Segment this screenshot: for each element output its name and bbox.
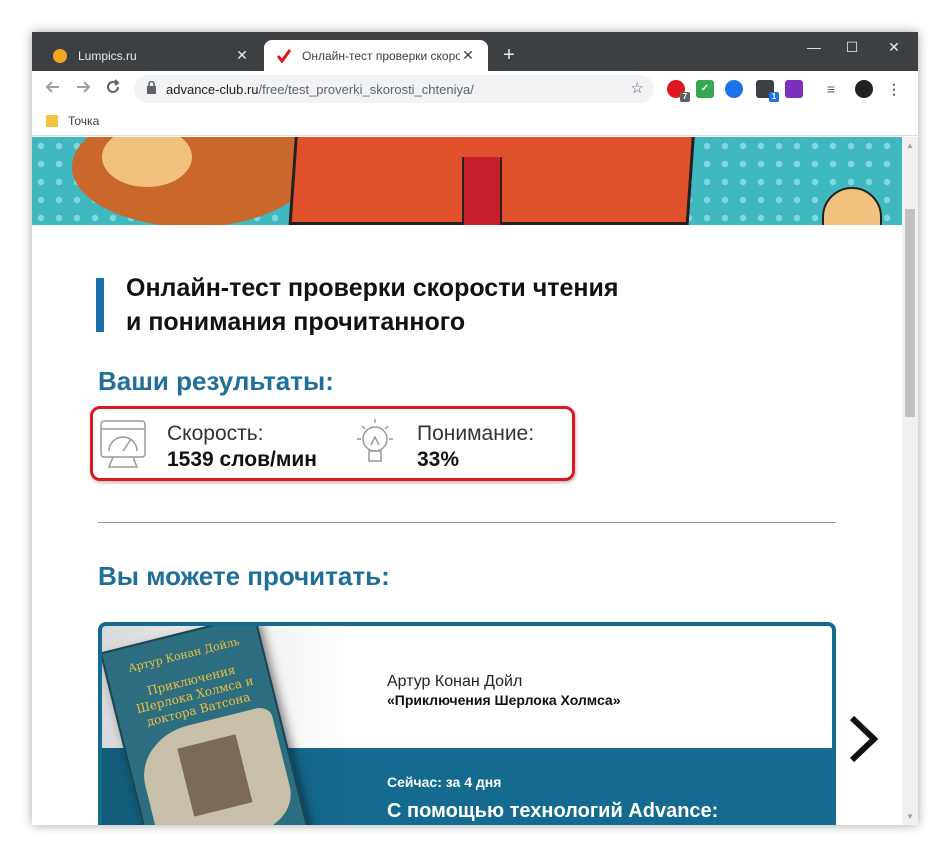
maximize-button[interactable]: ☐ bbox=[835, 36, 869, 58]
lock-icon bbox=[146, 80, 158, 97]
scroll-up-icon[interactable]: ▲ bbox=[906, 141, 914, 150]
speedometer-icon bbox=[100, 420, 146, 468]
media-queue-icon[interactable]: ≡ bbox=[822, 80, 840, 98]
comprehension-label: Понимание: bbox=[417, 422, 535, 445]
folder-icon bbox=[46, 115, 58, 127]
comprehension-value: 33% bbox=[417, 448, 460, 471]
section-divider bbox=[98, 522, 836, 523]
speed-label: Скорость: bbox=[167, 422, 264, 445]
page-viewport: Онлайн-тест проверки скорости чтения и п… bbox=[32, 137, 902, 825]
lightbulb-icon bbox=[357, 419, 393, 462]
tab-lumpics[interactable]: Lumpics.ru ✕ bbox=[40, 40, 262, 71]
chevron-right-icon[interactable] bbox=[844, 714, 880, 764]
current-duration: Сейчас: за 4 дня bbox=[387, 774, 502, 790]
checkmark-favicon-icon bbox=[276, 48, 292, 63]
url-path: /free/test_proverki_skorosti_chteniya/ bbox=[258, 81, 474, 97]
minimize-button[interactable]: — bbox=[797, 36, 831, 58]
book-recommendation-card[interactable]: Артур Конан Дойль Приключения Шерлока Хо… bbox=[98, 622, 836, 825]
scrollbar-thumb[interactable] bbox=[905, 209, 915, 417]
results-highlight-box: Скорость: 1539 слов/мин Понимание: 33% bbox=[90, 406, 575, 481]
url-domain: advance-club.ru bbox=[166, 81, 259, 97]
browser-window: Lumpics.ru ✕ Онлайн-тест проверки скорос… bbox=[32, 32, 918, 825]
arrow-left-icon bbox=[45, 81, 59, 93]
extension-badge: 7 bbox=[680, 92, 690, 102]
extension-ad-icon[interactable] bbox=[785, 80, 803, 98]
tab-title: Lumpics.ru bbox=[78, 48, 137, 63]
tab-close-icon[interactable]: ✕ bbox=[234, 47, 250, 64]
hero-illustration bbox=[32, 137, 902, 225]
new-tab-button[interactable]: + bbox=[498, 44, 520, 66]
read-heading: Вы можете прочитать: bbox=[98, 561, 390, 591]
tab-strip: Lumpics.ru ✕ Онлайн-тест проверки скорос… bbox=[32, 32, 918, 71]
book-title: «Приключения Шерлока Холмса» bbox=[387, 692, 621, 708]
bookmark-star-icon[interactable]: ☆ bbox=[631, 79, 644, 97]
bookmark-folder-tochka[interactable]: Точка bbox=[46, 114, 99, 128]
reload-button[interactable] bbox=[100, 77, 126, 103]
forward-button[interactable] bbox=[70, 77, 96, 103]
lumpics-favicon-icon bbox=[53, 48, 67, 63]
reload-icon bbox=[107, 79, 120, 93]
extension-opera-icon[interactable]: 7 bbox=[667, 80, 690, 102]
tab-title: Онлайн-тест проверки скорости bbox=[302, 48, 460, 63]
bookmarks-bar: Точка bbox=[32, 108, 918, 136]
book-author: Артур Конан Дойл bbox=[387, 673, 523, 690]
page-title: Онлайн-тест проверки скорости чтения и п… bbox=[126, 274, 619, 336]
profile-avatar[interactable] bbox=[855, 80, 873, 98]
extension-globe-icon[interactable] bbox=[725, 80, 743, 98]
extension-cube-icon[interactable]: 1 bbox=[756, 80, 779, 102]
menu-kebab-icon[interactable]: ⋮ bbox=[885, 80, 903, 98]
browser-toolbar: advance-club.ru/free/test_proverki_skoro… bbox=[32, 71, 918, 108]
back-button[interactable] bbox=[40, 77, 66, 103]
bookmark-label: Точка bbox=[68, 114, 100, 128]
tab-close-icon[interactable]: ✕ bbox=[460, 47, 476, 64]
close-window-button[interactable]: ✕ bbox=[877, 36, 911, 58]
address-bar[interactable]: advance-club.ru/free/test_proverki_skoro… bbox=[134, 75, 654, 103]
extension-check-icon[interactable]: ✓ bbox=[696, 80, 714, 98]
arrow-right-icon bbox=[77, 81, 91, 93]
page-scrollbar[interactable]: ▲ ▼ bbox=[902, 137, 918, 825]
scroll-down-icon[interactable]: ▼ bbox=[906, 812, 914, 821]
speed-value: 1539 слов/мин bbox=[167, 448, 317, 471]
results-heading: Ваши результаты: bbox=[98, 366, 334, 396]
advance-duration: С помощью технологий Advance: примерно з… bbox=[387, 800, 719, 822]
extension-badge: 1 bbox=[769, 92, 779, 102]
title-accent-bar bbox=[96, 278, 104, 332]
tab-speed-test[interactable]: Онлайн-тест проверки скорости ✕ bbox=[264, 40, 488, 71]
